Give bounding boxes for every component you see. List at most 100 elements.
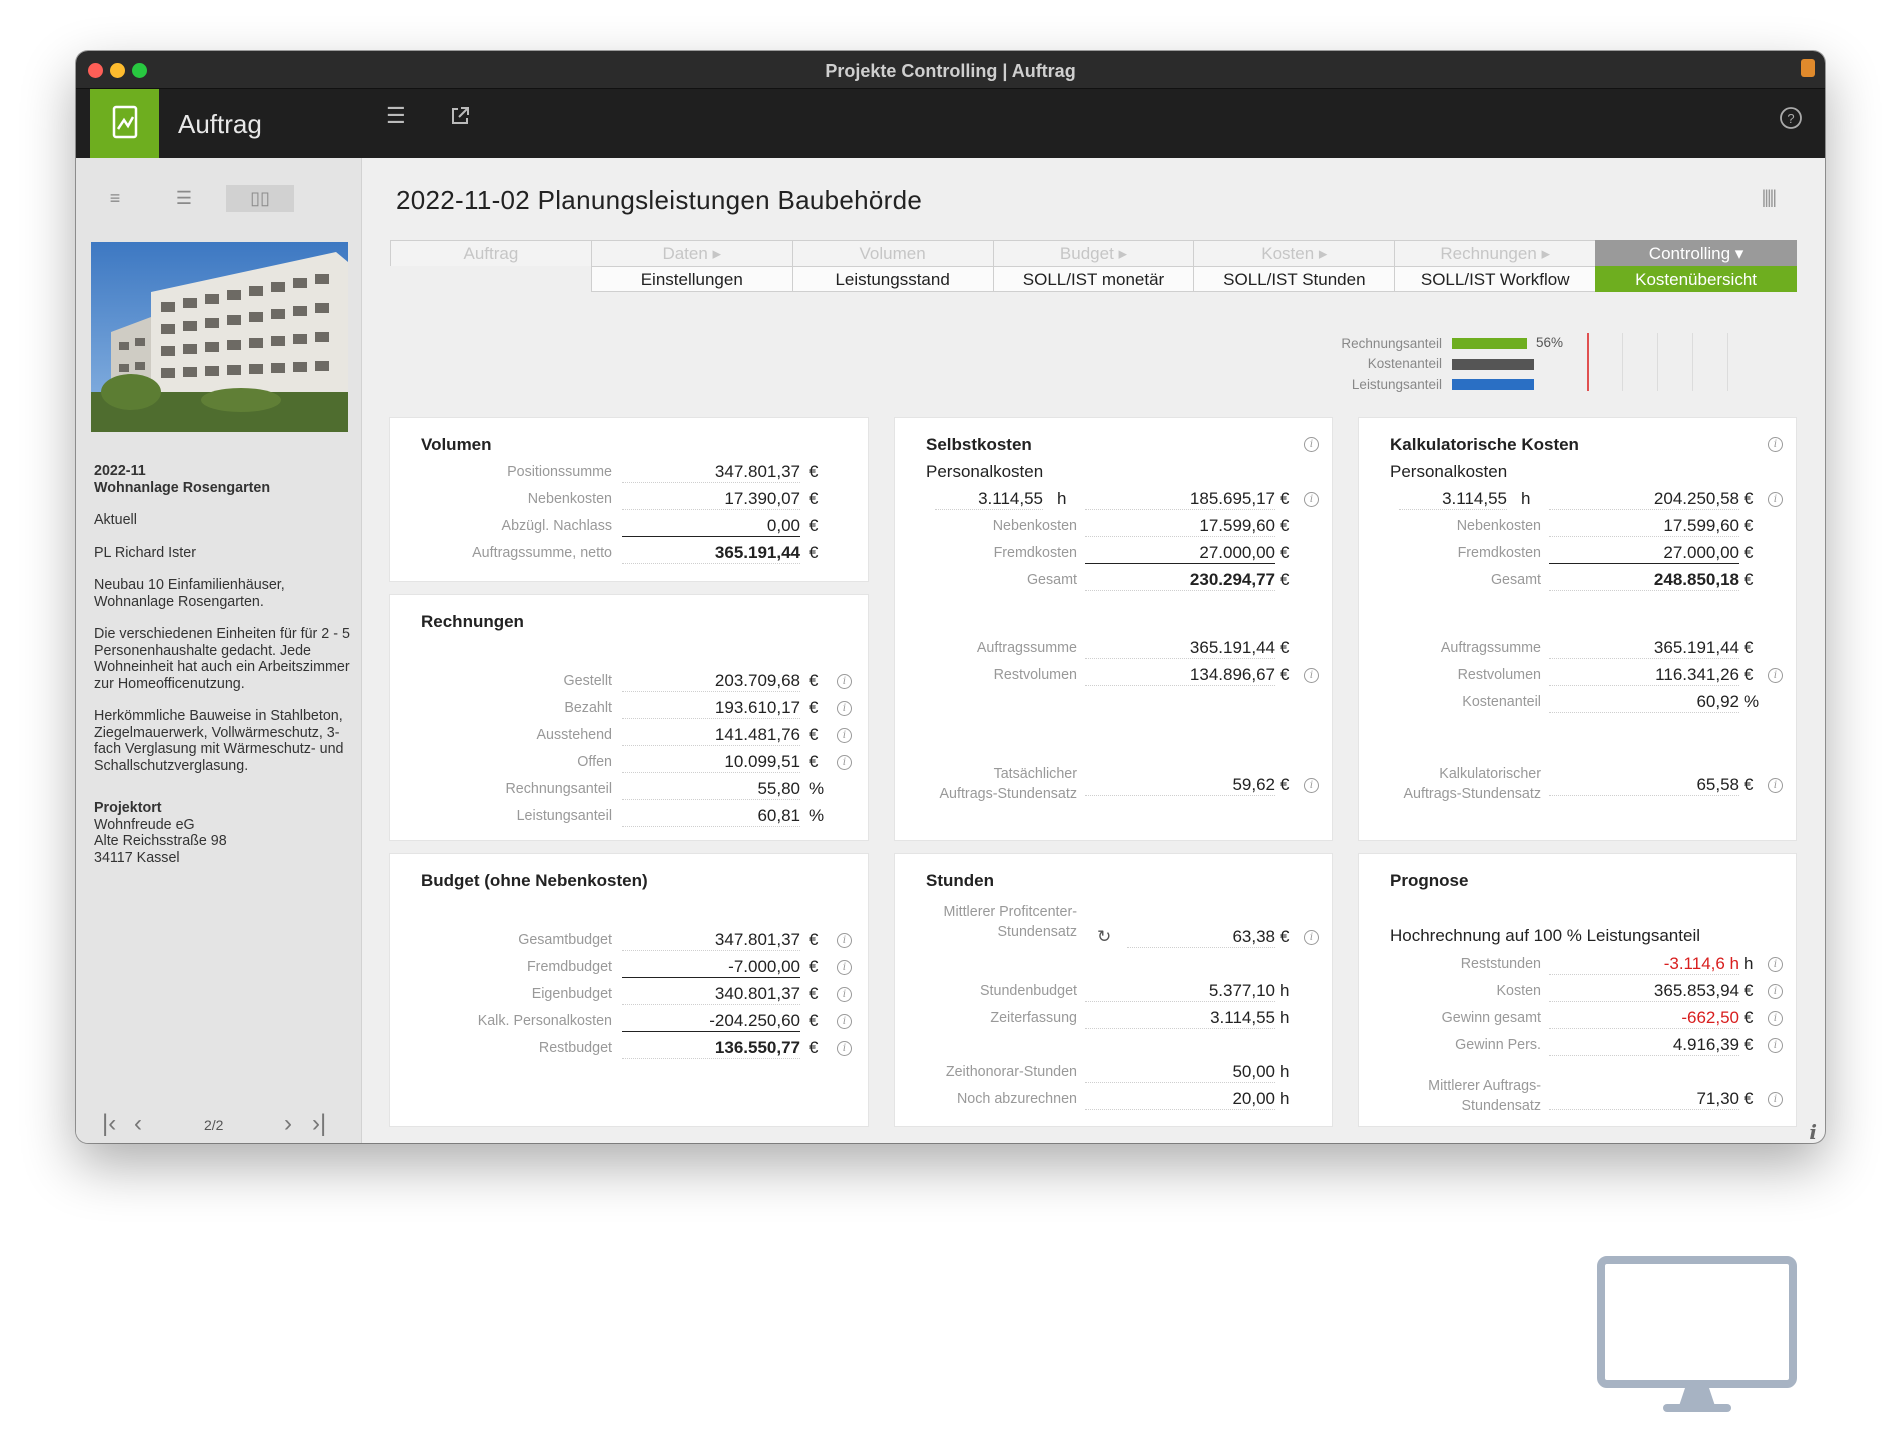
app-logo[interactable] xyxy=(90,89,159,158)
selbstkosten-unit: € xyxy=(1280,638,1290,657)
info-icon[interactable]: i xyxy=(1768,492,1783,507)
pager: |‹ ‹ 2/2 › ›| xyxy=(94,1110,344,1140)
info-icon[interactable]: i xyxy=(837,674,852,689)
budget-value: -7.000,00 xyxy=(622,956,800,978)
info-icon[interactable]: i xyxy=(1768,1038,1783,1053)
selbstkosten-unit: € xyxy=(1280,665,1290,684)
personalkosten-unit: € xyxy=(1744,489,1754,508)
info-corner-icon[interactable]: i xyxy=(1809,1120,1817,1143)
info-icon[interactable]: i xyxy=(837,1041,852,1056)
last-page-icon[interactable]: ›| xyxy=(312,1110,326,1138)
budget-label: Kalk. Personalkosten xyxy=(477,1013,612,1029)
info-icon[interactable]: i xyxy=(837,933,852,948)
volumen-label: Nebenkosten xyxy=(527,491,612,507)
info-icon[interactable]: i xyxy=(837,1014,852,1029)
budget-label: Eigenbudget xyxy=(531,986,612,1002)
tab-1[interactable]: Auftrag xyxy=(390,240,592,266)
list-view-icon[interactable]: ≡ xyxy=(91,185,139,212)
info-icon[interactable]: i xyxy=(1304,437,1319,452)
previous-page-icon[interactable]: ‹ xyxy=(134,1110,142,1138)
volumen-value: 365.191,44 xyxy=(622,542,800,564)
personal-hours-unit: h xyxy=(1521,489,1531,508)
detail-list-view-icon[interactable]: ☰ xyxy=(160,185,208,212)
info-icon[interactable]: i xyxy=(837,755,852,770)
help-icon[interactable]: ? xyxy=(1779,106,1803,136)
project-info: 2022-11 Wohnanlage Rosengarten Aktuell PL… xyxy=(94,463,356,882)
subtab-5[interactable]: SOLL/IST Stunden xyxy=(1193,266,1396,292)
tab-5[interactable]: Kosten ▸ xyxy=(1193,240,1396,266)
selbstkosten-title: Selbstkosten xyxy=(926,435,1032,454)
rate-unit: € xyxy=(1744,1089,1754,1108)
rechnungsanteil-percent: 56% xyxy=(1536,335,1564,350)
info-icon[interactable]: i xyxy=(1768,984,1783,999)
budget-value: 136.550,77 xyxy=(622,1037,800,1059)
rechnungen-unit: € xyxy=(809,671,819,690)
info-icon[interactable]: i xyxy=(1768,957,1783,972)
info-icon[interactable]: i xyxy=(837,987,852,1002)
rechnungen-unit: € xyxy=(809,698,819,717)
budget-panel: Budget (ohne Nebenkosten) Gesamtbudget 3… xyxy=(390,854,868,1126)
legend-label-leistungsanteil: Leistungsanteil xyxy=(1351,377,1442,392)
tab-2[interactable]: Daten ▸ xyxy=(590,240,793,266)
subtab-4[interactable]: SOLL/IST monetär xyxy=(992,266,1195,292)
info-icon[interactable]: i xyxy=(837,960,852,975)
tab-4[interactable]: Budget ▸ xyxy=(992,240,1195,266)
budget-value: 340.801,37 xyxy=(622,983,800,1005)
info-icon[interactable]: i xyxy=(1304,668,1319,683)
subtab-2[interactable]: Einstellungen xyxy=(590,266,793,292)
info-icon[interactable]: i xyxy=(837,728,852,743)
info-icon[interactable]: i xyxy=(1768,668,1783,683)
subtab-3[interactable]: Leistungsstand xyxy=(791,266,994,292)
info-icon[interactable]: i xyxy=(1304,930,1319,945)
rechnungen-value: 141.481,76 xyxy=(622,724,800,746)
selbstkosten-unit: € xyxy=(1280,570,1290,589)
stunden-label: Stundenbudget xyxy=(980,983,1077,999)
info-icon[interactable]: i xyxy=(837,701,852,716)
next-page-icon[interactable]: › xyxy=(284,1110,292,1138)
desktop-monitor-icon xyxy=(1597,1256,1797,1416)
volumen-unit: € xyxy=(809,489,819,508)
title-bar: Projekte Controlling | Auftrag xyxy=(76,51,1825,89)
tab-3[interactable]: Volumen xyxy=(791,240,994,266)
subtab-7[interactable]: Kostenübersicht xyxy=(1595,266,1797,292)
personalkosten-value: 185.695,17 xyxy=(1085,488,1275,510)
info-icon[interactable]: i xyxy=(1768,437,1783,452)
subtab-6[interactable]: SOLL/IST Workflow xyxy=(1394,266,1597,292)
scale-gridline xyxy=(1657,333,1658,391)
rechnungen-panel: Rechnungen Gestellt 203.709,68 € i Bezah… xyxy=(390,595,868,840)
gallery-view-icon[interactable]: ▯▯ xyxy=(226,185,294,212)
document-chart-icon xyxy=(112,105,138,139)
budget-unit: € xyxy=(809,984,819,1003)
info-icon[interactable]: i xyxy=(1304,778,1319,793)
budget-unit: € xyxy=(809,957,819,976)
personal-hours-value: 3.114,55 xyxy=(935,488,1043,510)
stunden-panel: Stunden Mittlerer Profitcenter- Stundens… xyxy=(895,854,1332,1126)
rechnungen-label: Rechnungsanteil xyxy=(505,781,612,797)
rechnungen-label: Bezahlt xyxy=(564,700,612,716)
rechnungen-label: Leistungsanteil xyxy=(516,808,612,824)
location-line-1: Wohnfreude eG xyxy=(94,816,195,833)
first-page-icon[interactable]: |‹ xyxy=(102,1110,116,1138)
info-icon[interactable]: i xyxy=(1768,778,1783,793)
info-icon[interactable]: i xyxy=(1304,492,1319,507)
selbstkosten-label: Auftragssumme xyxy=(976,640,1077,656)
rechnungen-unit: % xyxy=(809,806,825,825)
tab-6[interactable]: Rechnungen ▸ xyxy=(1394,240,1597,266)
info-icon[interactable]: i xyxy=(1768,1092,1783,1107)
personalkosten-value: 204.250,58 xyxy=(1549,488,1739,510)
refresh-icon[interactable]: ↻ xyxy=(1097,927,1111,947)
tab-bar: Auftrag Daten ▸ Einstellungen Volumen Leistu… xyxy=(390,240,1797,293)
rate-label-line-2: Auftrags-Stundensatz xyxy=(1403,786,1542,802)
menu-icon[interactable]: ☰ xyxy=(386,103,406,129)
stunden-unit: h xyxy=(1280,981,1290,1000)
columns-icon[interactable]: ||||| xyxy=(1762,187,1777,208)
stunden-value: 20,00 xyxy=(1085,1088,1275,1110)
info-icon[interactable]: i xyxy=(1768,1011,1783,1026)
leistungsanteil-bar xyxy=(1452,379,1534,390)
external-link-icon[interactable] xyxy=(449,105,471,133)
app-title: Auftrag xyxy=(178,109,262,139)
stunden-label: Zeiterfassung xyxy=(990,1010,1077,1026)
kalkulatorische-kosten-panel: Kalkulatorische Kosten i Personalkosten … xyxy=(1359,418,1796,840)
tab-7[interactable]: Controlling ▾ xyxy=(1595,240,1797,266)
kalkulatorisch-label: Fremdkosten xyxy=(1457,545,1541,561)
